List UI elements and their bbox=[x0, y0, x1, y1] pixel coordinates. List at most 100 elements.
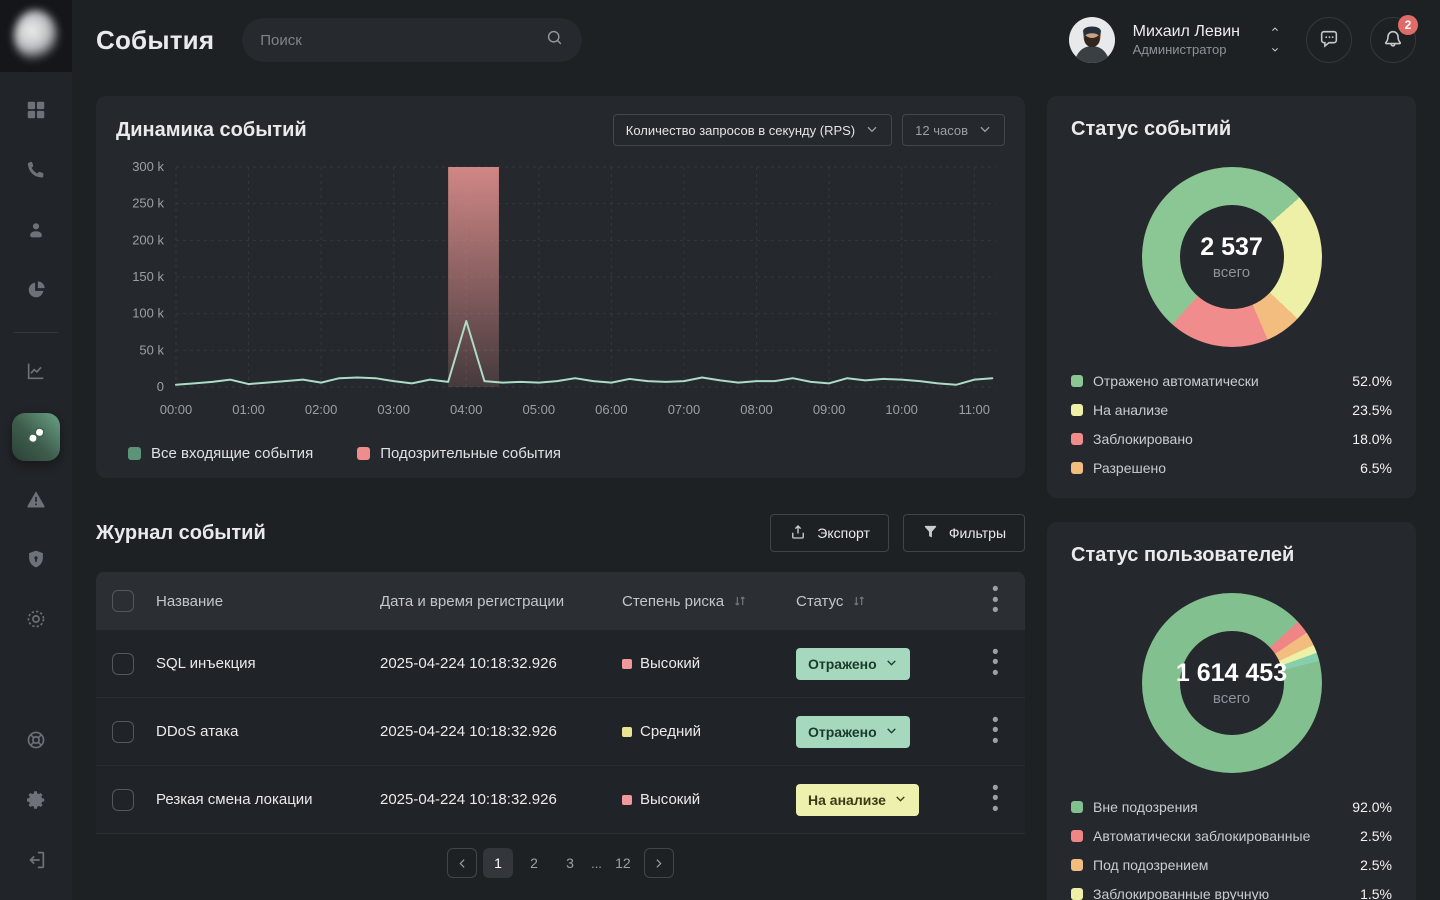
export-button[interactable]: Экспорт bbox=[770, 514, 889, 552]
sort-risk-icon[interactable] bbox=[732, 593, 748, 609]
sidebar-item-logout[interactable] bbox=[16, 842, 56, 882]
pagination-ellipsis: ... bbox=[591, 856, 602, 871]
logout-icon bbox=[25, 849, 47, 876]
event-datetime: 2025-04-224 10:18:32.926 bbox=[380, 791, 622, 808]
legend-label: Подозрительные события bbox=[380, 445, 561, 462]
next-page-button[interactable] bbox=[644, 848, 674, 878]
event-datetime: 2025-04-224 10:18:32.926 bbox=[380, 723, 622, 740]
sidebar-item-alerts[interactable] bbox=[16, 481, 56, 521]
user-name: Михаил Левин bbox=[1133, 22, 1240, 42]
legend-label: Заблокированные вручную bbox=[1093, 886, 1269, 900]
users-status-legend: Вне подозрения 92.0% Автоматически забло… bbox=[1071, 799, 1392, 900]
row-menu-button[interactable]: ••• bbox=[992, 716, 999, 747]
metric-select-value: Количество запросов в секунду (RPS) bbox=[626, 123, 855, 138]
legend-value: 23.5% bbox=[1352, 402, 1392, 418]
row-menu-button[interactable]: ••• bbox=[992, 648, 999, 679]
sidebar-item-pie-stats[interactable] bbox=[16, 272, 56, 312]
sidebar-item-analytics[interactable] bbox=[16, 353, 56, 393]
table-row: Резкая смена локации 2025-04-224 10:18:3… bbox=[96, 766, 1025, 834]
export-label: Экспорт bbox=[817, 525, 870, 541]
users-status-donut: 1 614 453 всего bbox=[1142, 593, 1322, 773]
sync-shapes-icon bbox=[25, 424, 47, 451]
prev-page-button[interactable] bbox=[447, 848, 477, 878]
sidebar-bottom bbox=[16, 722, 56, 882]
status-dropdown[interactable]: Отражено bbox=[796, 716, 910, 748]
user-menu-expander[interactable] bbox=[1268, 21, 1282, 59]
topbar: События Михаил Левин Администратор 2 bbox=[72, 0, 1440, 80]
column-risk: Степень риска bbox=[622, 593, 724, 610]
svg-text:04:00: 04:00 bbox=[450, 402, 483, 417]
time-range-select[interactable]: 12 часов bbox=[902, 114, 1005, 146]
page-3-button[interactable]: 3 bbox=[555, 848, 585, 878]
sidebar-nav bbox=[12, 92, 60, 722]
risk-indicator bbox=[622, 795, 632, 805]
pagination: 1 2 3 ... 12 bbox=[96, 848, 1025, 878]
legend-row: Под подозрением 2.5% bbox=[1071, 857, 1392, 873]
app-logo[interactable] bbox=[0, 0, 72, 72]
legend-label: Разрешено bbox=[1093, 460, 1166, 476]
svg-text:03:00: 03:00 bbox=[377, 402, 410, 417]
sidebar-item-calls[interactable] bbox=[16, 152, 56, 192]
sidebar-item-help[interactable] bbox=[16, 722, 56, 762]
sidebar-item-events-sync[interactable] bbox=[12, 413, 60, 461]
user-menu[interactable]: Михаил Левин Администратор bbox=[1133, 22, 1240, 58]
warning-triangle-icon bbox=[25, 488, 47, 515]
svg-text:07:00: 07:00 bbox=[668, 402, 701, 417]
row-checkbox[interactable] bbox=[112, 789, 134, 811]
journal-title: Журнал событий bbox=[96, 522, 266, 545]
legend-item-suspicious: Подозрительные события bbox=[357, 445, 561, 462]
page-12-button[interactable]: 12 bbox=[608, 848, 638, 878]
legend-swatch bbox=[1071, 375, 1083, 387]
sidebar-item-network[interactable] bbox=[16, 601, 56, 641]
gear-icon bbox=[25, 789, 47, 816]
legend-item-incoming: Все входящие события bbox=[128, 445, 313, 462]
legend-label: Под подозрением bbox=[1093, 857, 1208, 873]
users-total-label: всего bbox=[1162, 690, 1302, 707]
sidebar-item-security[interactable] bbox=[16, 541, 56, 581]
row-checkbox[interactable] bbox=[112, 653, 134, 675]
select-all-checkbox[interactable] bbox=[112, 590, 134, 612]
filters-button[interactable]: Фильтры bbox=[903, 514, 1025, 552]
page-1-button[interactable]: 1 bbox=[483, 848, 513, 878]
sort-status-icon[interactable] bbox=[851, 593, 867, 609]
legend-value: 2.5% bbox=[1360, 857, 1392, 873]
avatar[interactable] bbox=[1069, 17, 1115, 63]
status-label: Отражено bbox=[808, 656, 877, 672]
status-label: На анализе bbox=[808, 792, 886, 808]
sidebar-item-users[interactable] bbox=[16, 212, 56, 252]
status-label: Отражено bbox=[808, 724, 877, 740]
grid-icon bbox=[25, 99, 47, 126]
row-checkbox[interactable] bbox=[112, 721, 134, 743]
page-2-button[interactable]: 2 bbox=[519, 848, 549, 878]
chart-title: Динамика событий bbox=[116, 119, 307, 142]
events-total-label: всего bbox=[1162, 264, 1302, 281]
svg-text:150 k: 150 k bbox=[132, 269, 164, 284]
search-input[interactable] bbox=[260, 32, 535, 49]
metric-select[interactable]: Количество запросов в секунду (RPS) bbox=[613, 114, 892, 146]
sidebar-item-dashboard[interactable] bbox=[16, 92, 56, 132]
sidebar bbox=[0, 0, 72, 900]
svg-text:00:00: 00:00 bbox=[160, 402, 193, 417]
chevron-up-icon bbox=[1268, 21, 1282, 39]
sidebar-item-settings[interactable] bbox=[16, 782, 56, 822]
legend-swatch bbox=[128, 447, 141, 460]
notifications-button[interactable]: 2 bbox=[1370, 17, 1416, 63]
messages-button[interactable] bbox=[1306, 17, 1352, 63]
column-name: Название bbox=[156, 593, 380, 610]
chevron-down-icon bbox=[865, 122, 879, 139]
chevron-down-icon bbox=[1268, 41, 1282, 59]
svg-text:09:00: 09:00 bbox=[813, 402, 846, 417]
svg-text:11:00: 11:00 bbox=[958, 402, 990, 417]
table-menu-button[interactable]: ••• bbox=[992, 585, 999, 616]
column-status: Статус bbox=[796, 593, 843, 610]
column-datetime: Дата и время регистрации bbox=[380, 593, 622, 610]
legend-row: Заблокировано 18.0% bbox=[1071, 431, 1392, 447]
filters-label: Фильтры bbox=[949, 525, 1006, 541]
status-dropdown[interactable]: Отражено bbox=[796, 648, 910, 680]
shield-icon bbox=[25, 548, 47, 575]
legend-row: Разрешено 6.5% bbox=[1071, 460, 1392, 476]
row-menu-button[interactable]: ••• bbox=[992, 784, 999, 815]
search-icon[interactable] bbox=[545, 28, 564, 52]
status-dropdown[interactable]: На анализе bbox=[796, 784, 919, 816]
events-table: Название Дата и время регистрации Степен… bbox=[96, 572, 1025, 834]
